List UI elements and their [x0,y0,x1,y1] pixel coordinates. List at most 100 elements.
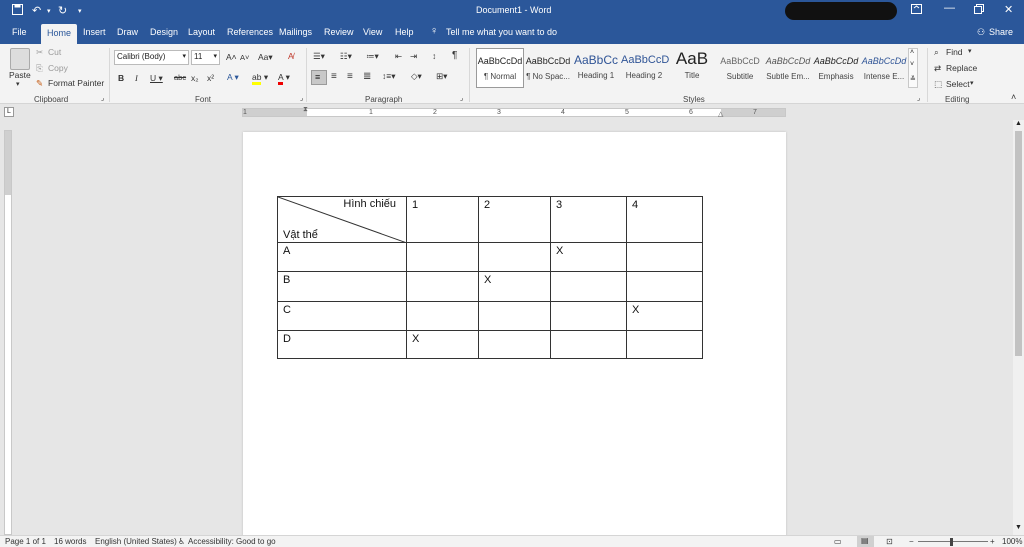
row-label[interactable]: B [277,271,407,302]
select-dropdown-icon[interactable]: ▾ [970,79,974,87]
table-cell[interactable] [626,330,703,359]
tab-draw[interactable]: Draw [117,27,138,37]
share-button[interactable]: Share [989,27,1013,37]
find-icon[interactable]: ⌕ [934,47,939,58]
right-indent-marker-icon[interactable]: △ [718,110,723,118]
format-painter-button[interactable]: Format Painter [48,78,104,88]
undo-dropdown-icon[interactable]: ▾ [47,7,51,15]
copy-button[interactable]: Copy [48,63,68,73]
tab-review[interactable]: Review [324,27,354,37]
change-case-icon[interactable]: Aa▾ [258,52,273,63]
column-header[interactable]: 4 [626,196,703,243]
tab-references[interactable]: References [227,27,273,37]
style-heading-2[interactable]: AaBbCcD Heading 2 [621,49,669,87]
font-launcher-icon[interactable]: ⌟ [300,94,303,102]
accessibility-status[interactable]: Accessibility: Good to go [188,537,276,546]
format-painter-icon[interactable]: ✎ [36,78,43,89]
align-center-icon[interactable]: ≡ [331,71,337,82]
column-header[interactable]: 1 [406,196,479,243]
replace-icon[interactable]: ⇄ [934,63,941,74]
style-no-spacing[interactable]: AaBbCcDd ¶ No Spac... [525,49,571,87]
style-subtitle[interactable]: AaBbCcD Subtitle [717,49,763,87]
more-styles-icon[interactable]: ≚ [910,75,916,83]
select-button[interactable]: Select [946,79,970,89]
multilevel-list-icon[interactable]: ≔▾ [366,51,379,62]
find-dropdown-icon[interactable]: ▾ [968,47,972,55]
vertical-scrollbar[interactable]: ▲ ▼ [1013,120,1024,535]
zoom-in-icon[interactable]: + [990,537,995,546]
style-subtle-emphasis[interactable]: AaBbCcDd Subtle Em... [765,49,811,87]
minimize-icon[interactable]: — [944,2,955,14]
table-cell[interactable] [478,301,551,331]
table-cell[interactable] [406,242,479,272]
tab-mailings[interactable]: Mailings [279,27,312,37]
align-left-button[interactable]: ≡ [311,70,327,85]
style-title[interactable]: AaB Title [669,49,715,87]
scroll-thumb[interactable] [1015,131,1022,356]
scroll-up-icon[interactable]: ▲ [1015,120,1022,127]
column-header[interactable]: 3 [550,196,627,243]
paste-button[interactable]: Paste [9,70,31,80]
tab-home[interactable]: Home [41,24,78,44]
find-button[interactable]: Find [946,47,963,57]
tab-file[interactable]: File [12,27,27,37]
align-right-icon[interactable]: ≡ [347,71,353,82]
tab-design[interactable]: Design [150,27,178,37]
indent-marker-icon[interactable]: ⧗ [303,106,308,114]
scroll-down-icon[interactable]: ▼ [1015,524,1022,531]
redo-icon[interactable]: ↻ [58,4,67,17]
bold-icon[interactable]: B [118,73,124,83]
styles-scrollbar[interactable]: ˄ ˅ ≚ [908,48,918,88]
table-cell[interactable] [478,330,551,359]
document-table[interactable]: Hình chiếu Vật thể 1 2 3 4 A X B X C X D… [277,196,703,359]
shading-icon[interactable]: ◇▾ [411,71,422,82]
row-label[interactable]: D [277,330,407,359]
diagonal-header-cell[interactable]: Hình chiếu Vật thể [277,196,407,243]
select-icon[interactable]: ⬚ [934,79,942,90]
paragraph-launcher-icon[interactable]: ⌟ [460,94,463,102]
text-effects-icon[interactable]: A ▾ [227,72,239,83]
scroll-up-icon[interactable]: ˄ [910,49,914,56]
numbering-icon[interactable]: ☷▾ [340,51,352,62]
table-cell[interactable] [550,271,627,302]
justify-icon[interactable]: ≣ [363,71,371,82]
undo-icon[interactable]: ↶ [32,4,41,17]
language-status[interactable]: English (United States) [95,537,177,546]
tell-me-search[interactable]: Tell me what you want to do [446,27,557,37]
restore-icon[interactable] [974,4,984,17]
table-cell[interactable] [626,242,703,272]
table-cell[interactable] [478,242,551,272]
document-page[interactable]: Hình chiếu Vật thể 1 2 3 4 A X B X C X D… [243,132,786,542]
clipboard-launcher-icon[interactable]: ⌟ [101,94,104,102]
borders-icon[interactable]: ⊞▾ [436,71,447,82]
zoom-out-icon[interactable]: − [909,537,914,546]
table-cell[interactable] [550,301,627,331]
word-count[interactable]: 16 words [54,537,86,546]
styles-launcher-icon[interactable]: ⌟ [917,94,920,102]
underline-icon[interactable]: U ▾ [150,73,163,84]
style-normal[interactable]: AaBbCcDd ¶ Normal [477,49,523,87]
zoom-slider[interactable] [918,541,988,542]
ruler-bar[interactable]: 1 1 2 3 4 5 6 7 ⧗ △ [242,106,786,118]
font-family-select[interactable]: Calibri (Body) ▾ [114,50,189,65]
paste-dropdown-icon[interactable]: ▾ [16,80,20,88]
table-cell[interactable] [406,301,479,331]
style-heading-1[interactable]: AaBbCc Heading 1 [573,49,619,87]
row-label[interactable]: A [277,242,407,272]
share-icon[interactable]: ⚇ [977,27,985,38]
table-cell[interactable] [550,330,627,359]
grow-font-icon[interactable]: A˄ [226,52,237,62]
customize-quick-access-icon[interactable]: ▾ [78,7,82,15]
table-cell[interactable]: X [478,271,551,302]
subscript-icon[interactable]: x₂ [191,73,199,83]
italic-icon[interactable]: I [135,73,138,83]
table-cell[interactable] [626,271,703,302]
font-color-icon[interactable]: A ▾ [278,72,290,85]
table-cell[interactable]: X [626,301,703,331]
increase-indent-icon[interactable]: ⇥ [410,51,417,62]
collapse-ribbon-icon[interactable]: ˄ [1011,92,1016,102]
table-cell[interactable] [406,271,479,302]
style-intense-emphasis[interactable]: AaBbCcDd Intense E... [861,49,907,87]
table-cell[interactable]: X [406,330,479,359]
sort-icon[interactable]: ↕ [432,51,436,61]
